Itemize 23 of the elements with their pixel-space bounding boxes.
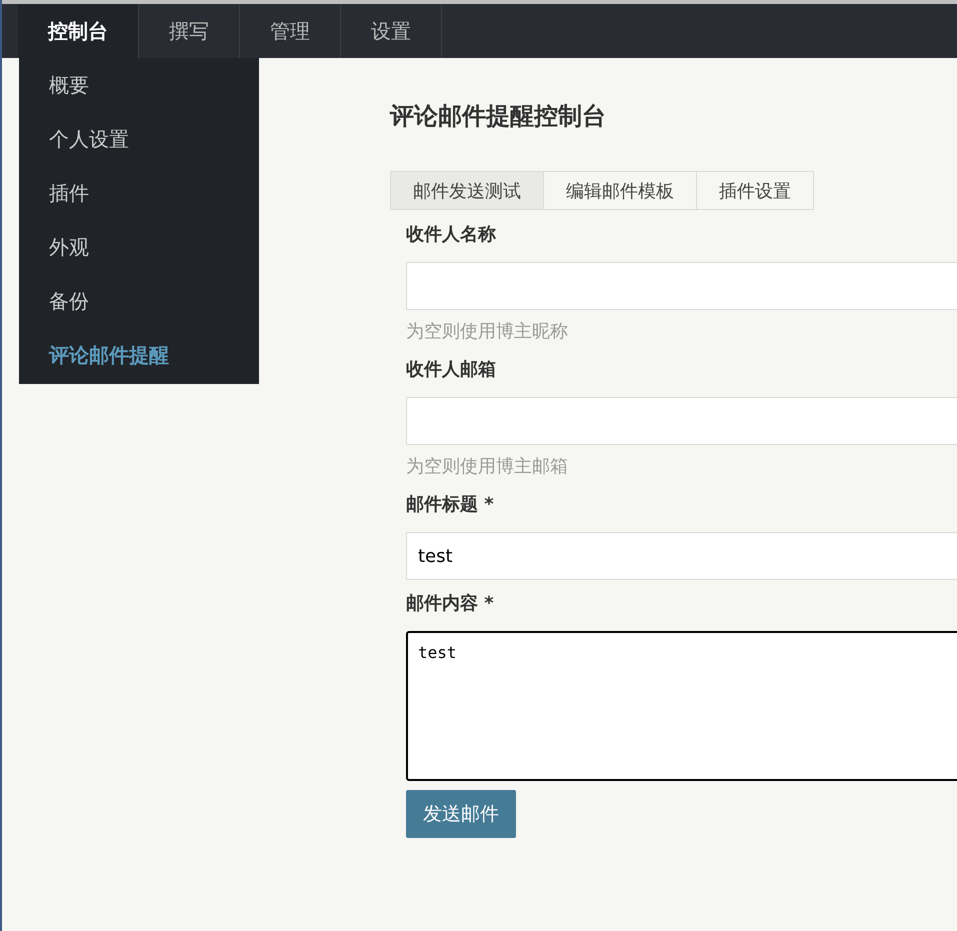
send-button[interactable]: 发送邮件 <box>406 790 516 838</box>
tab[interactable]: 插件设置 <box>697 171 814 210</box>
field-label: 收件人名称 <box>406 223 496 247</box>
field-label: 收件人邮箱 <box>406 358 496 382</box>
field-label: 邮件标题 * <box>406 493 494 517</box>
menu-item[interactable]: 插件 <box>19 166 259 220</box>
nav-tab[interactable]: 控制台 <box>18 4 139 58</box>
text-area[interactable]: test <box>406 631 957 781</box>
tab[interactable]: 编辑邮件模板 <box>544 171 697 210</box>
input-field[interactable]: test <box>406 532 957 580</box>
field-hint: 为空则使用博主邮箱 <box>406 455 568 479</box>
field-label: 邮件内容 * <box>406 592 494 616</box>
input-field[interactable] <box>406 397 957 445</box>
menu-item[interactable]: 概要 <box>19 58 259 112</box>
tab[interactable]: 邮件发送测试 <box>390 171 544 210</box>
nav-tab[interactable]: 设置 <box>341 4 442 58</box>
menu-item[interactable]: 个人设置 <box>19 112 259 166</box>
page-title: 评论邮件提醒控制台 <box>390 101 607 132</box>
input-field[interactable] <box>406 262 957 310</box>
menu-item[interactable]: 外观 <box>19 220 259 274</box>
field-hint: 为空则使用博主昵称 <box>406 320 568 344</box>
menu-item[interactable]: 备份 <box>19 274 259 328</box>
menu-item[interactable]: 评论邮件提醒 <box>19 328 259 382</box>
